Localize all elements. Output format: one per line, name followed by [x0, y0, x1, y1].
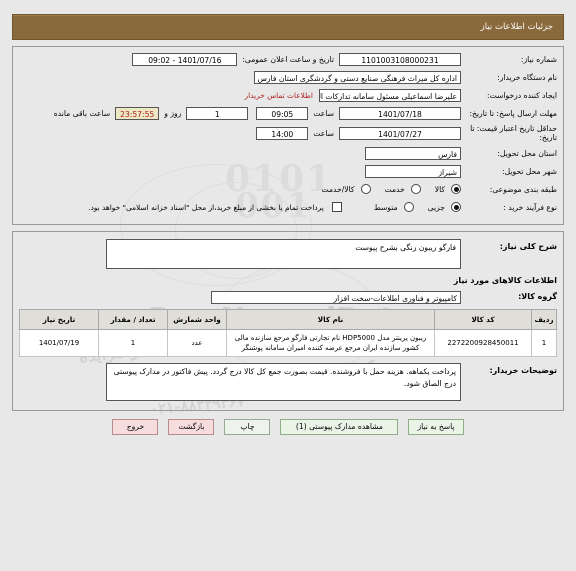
cell-index: 1: [531, 328, 557, 358]
deadline-time-value: 09:05: [256, 107, 309, 120]
cell-code: 2272200928450011: [434, 328, 532, 358]
countdown-label: ساعت باقی مانده: [53, 109, 111, 118]
radio-label-minor: جزیی: [427, 202, 445, 212]
row-need-number: شماره نیاز: 1101003108000231 تاریخ و ساع…: [19, 52, 557, 67]
cell-date: 1401/07/19: [19, 328, 99, 358]
cell-qty: 1: [98, 328, 168, 358]
row-deadline: مهلت ارسال پاسخ: تا تاریخ: 1401/07/18 سا…: [19, 106, 557, 121]
exit-button[interactable]: خروج: [112, 419, 159, 436]
buyer-org-value: اداره کل میراث فرهنگی صنایع دستی و گردشگ…: [254, 71, 461, 84]
back-button[interactable]: بازگشت: [168, 419, 215, 436]
action-button-bar: پاسخ به نیاز مشاهده مدارک پیوستی (1) چاپ…: [12, 419, 564, 436]
classification-radio-group[interactable]: کالا خدمت کالا/خدمت: [311, 184, 461, 195]
classification-label: طبقه بندی موضوعی:: [489, 184, 557, 194]
view-attachments-button[interactable]: مشاهده مدارک پیوستی (1): [280, 419, 399, 436]
validity-label: حداقل تاریخ اعتبار قیمت: تا تاریخ:: [470, 124, 557, 143]
row-general-description: شرح کلی نیاز: فارگو ریبون رنگی بشرح پیوس…: [19, 238, 557, 269]
goods-group-value: کامپیوتر و فناوری اطلاعات-سخت افزار: [211, 290, 461, 304]
creator-value: علیرضا اسماعیلی مسئول سامانه تدارکات الک…: [319, 89, 461, 102]
page-title: جزئیات اطلاعات نیاز: [480, 22, 553, 32]
process-label: نوع فرآیند خرید :: [503, 202, 557, 212]
province-label: استان محل تحویل:: [497, 148, 557, 158]
city-value: شیراز: [365, 164, 461, 178]
radio-label-medium: متوسط: [373, 202, 398, 212]
need-info-panel: شماره نیاز: 1101003108000231 تاریخ و ساع…: [12, 46, 564, 225]
goods-group-label: گروه کالا:: [518, 292, 557, 302]
row-city: شهر محل تحویل: شیراز: [19, 164, 557, 179]
row-classification: طبقه بندی موضوعی: کالا خدمت کالا/خدمت: [19, 182, 557, 197]
buyer-notes-label: توضیحات خریدار:: [489, 366, 557, 376]
table-row: 1 2272200928450011 ریبون پرینتر مدل HDP5…: [19, 328, 557, 358]
buyer-notes-value: پرداخت یکماهه. هزینه حمل با فروشنده. قیم…: [106, 363, 461, 402]
cell-name: ریبون پرینتر مدل HDP5000 نام تجارتی فارگ…: [226, 328, 435, 358]
row-validity: حداقل تاریخ اعتبار قیمت: تا تاریخ: 1401/…: [19, 124, 557, 143]
validity-hour-label: ساعت: [313, 128, 334, 138]
province-value: فارس: [365, 146, 461, 160]
row-goods-group: گروه کالا: کامپیوتر و فناوری اطلاعات-سخت…: [19, 290, 557, 305]
deadline-hour-label: ساعت: [313, 109, 334, 118]
col-header-date: تاریخ نیاز: [19, 308, 99, 330]
process-radio-group[interactable]: جزیی متوسط پرداخت تمام یا بخشی از مبلغ خ…: [88, 202, 461, 213]
row-province: استان محل تحویل: فارس: [19, 146, 557, 161]
deadline-label: مهلت ارسال پاسخ: تا تاریخ:: [469, 108, 557, 118]
checkbox-treasury-documents[interactable]: [331, 202, 342, 213]
goods-table: ردیف کد کالا نام کالا واحد شمارش تعداد /…: [19, 308, 557, 358]
radio-classification-goods-service[interactable]: [360, 184, 371, 195]
countdown-timer: 23:57:55: [115, 107, 160, 120]
need-number-label: شماره نیاز:: [520, 54, 557, 64]
row-creator: ایجاد کننده درخواست: علیرضا اسماعیلی مسئ…: [19, 88, 557, 103]
col-header-code: کد کالا: [434, 308, 532, 330]
city-label: شهر محل تحویل:: [502, 166, 557, 176]
need-number-value: 1101003108000231: [339, 53, 461, 66]
deadline-date-value: 1401/07/18: [339, 107, 461, 120]
remaining-days-value: 1: [186, 107, 249, 120]
validity-date-value: 1401/07/27: [339, 126, 461, 140]
buyer-contact-link[interactable]: اطلاعات تماس خریدار: [239, 91, 319, 100]
respond-to-need-button[interactable]: پاسخ به نیاز: [408, 419, 464, 436]
buyer-org-label: نام دستگاه خریدار:: [497, 72, 557, 82]
treasury-documents-label: پرداخت تمام یا بخشی از مبلغ خرید،از محل …: [88, 202, 324, 212]
page-title-bar: جزئیات اطلاعات نیاز: [12, 14, 564, 40]
radio-classification-service[interactable]: [410, 184, 421, 195]
col-header-name: نام کالا: [226, 308, 435, 330]
goods-panel: شرح کلی نیاز: فارگو ریبون رنگی بشرح پیوس…: [12, 230, 564, 412]
remaining-days-label: روز و: [164, 109, 182, 118]
radio-process-medium[interactable]: [403, 202, 414, 213]
radio-classification-goods[interactable]: [451, 184, 461, 195]
validity-time-value: 14:00: [256, 126, 309, 140]
public-announce-value: 1401/07/16 - 09:02: [132, 53, 238, 66]
col-header-qty: تعداد / مقدار: [98, 308, 168, 330]
general-description-label: شرح کلی نیاز:: [499, 241, 557, 251]
creator-label: ایجاد کننده درخواست:: [487, 90, 557, 100]
radio-label-goods-service: کالا/خدمت: [321, 184, 355, 194]
row-buyer-notes: توضیحات خریدار: پرداخت یکماهه. هزینه حمل…: [19, 363, 557, 402]
col-header-index: ردیف: [531, 308, 557, 330]
radio-label-goods: کالا: [434, 184, 445, 194]
goods-section-title: اطلاعات کالاهای مورد نیاز: [453, 275, 557, 285]
public-announce-label: تاریخ و ساعت اعلان عمومی:: [242, 55, 334, 64]
goods-table-header-row: ردیف کد کالا نام کالا واحد شمارش تعداد /…: [19, 308, 557, 330]
radio-label-service: خدمت: [384, 184, 405, 194]
print-button[interactable]: چاپ: [224, 419, 271, 436]
row-buyer-org: نام دستگاه خریدار: اداره کل میراث فرهنگی…: [19, 70, 557, 85]
radio-process-minor[interactable]: [451, 202, 461, 213]
cell-unit: عدد: [167, 328, 227, 358]
general-description-value: فارگو ریبون رنگی بشرح پیوست: [106, 238, 461, 269]
row-process-type: نوع فرآیند خرید : جزیی متوسط پرداخت تمام…: [19, 200, 557, 215]
col-header-unit: واحد شمارش: [167, 308, 227, 330]
